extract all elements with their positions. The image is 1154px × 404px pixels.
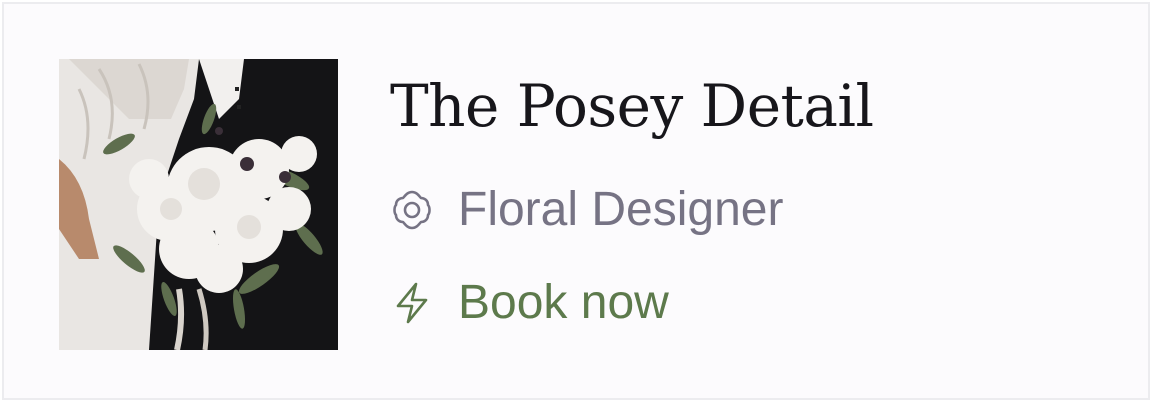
category-label: Floral Designer — [458, 183, 784, 236]
bouquet-photo — [59, 59, 338, 350]
vendor-photo — [59, 59, 338, 350]
vendor-info: The Posey Detail Floral Designer Book no… — [390, 70, 874, 329]
vendor-card[interactable]: The Posey Detail Floral Designer Book no… — [2, 2, 1150, 400]
flower-icon — [390, 188, 434, 232]
book-now-link[interactable]: Book now — [390, 273, 669, 333]
vendor-name: The Posey Detail — [390, 72, 874, 140]
lightning-bolt-icon — [390, 281, 434, 325]
vendor-category: Floral Designer — [390, 180, 783, 240]
book-now-label[interactable]: Book now — [458, 273, 669, 333]
